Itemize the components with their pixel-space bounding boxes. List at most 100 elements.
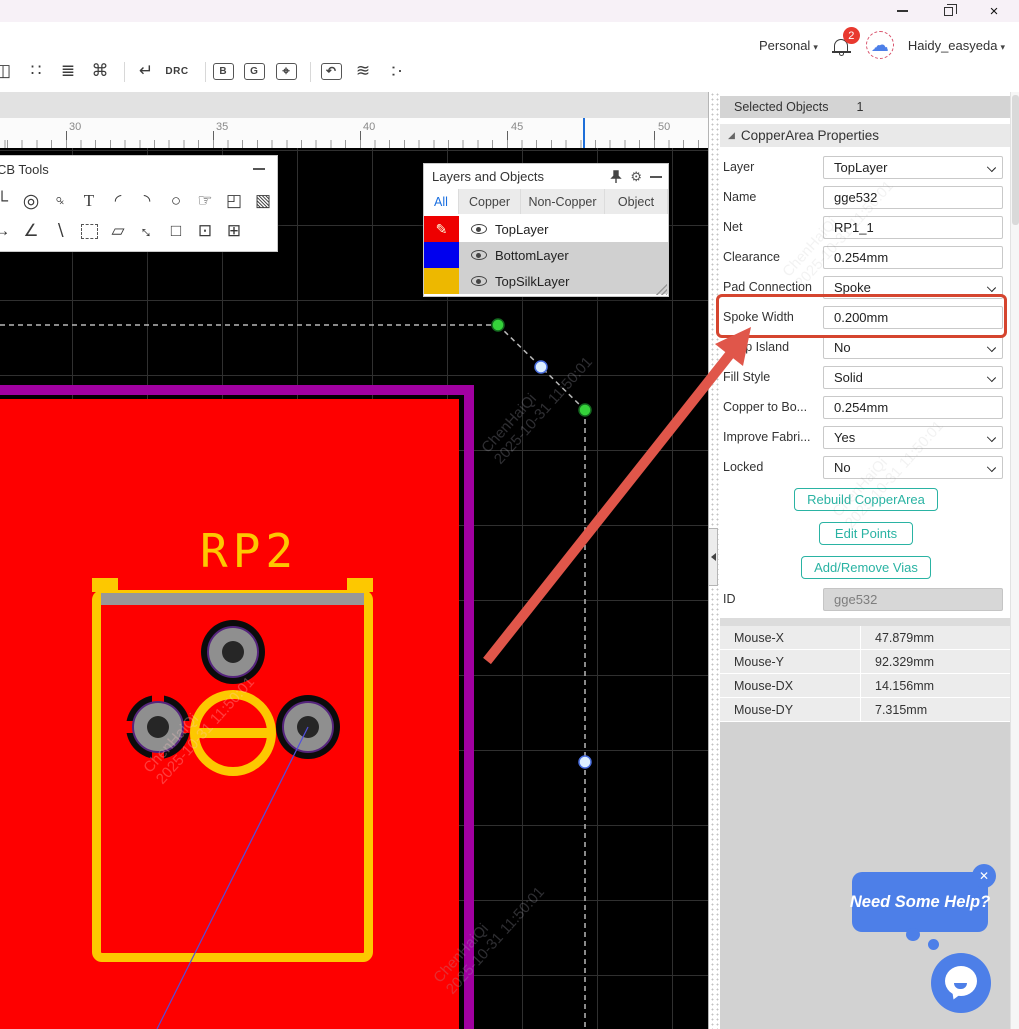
circle-tool-icon[interactable]: ○	[163, 188, 189, 214]
bubble-tail-dot	[906, 928, 920, 941]
layer-row-toplayer[interactable]: ✎ TopLayer	[424, 216, 668, 242]
workspace-dropdown[interactable]: Personal▾	[759, 38, 818, 53]
pad-tool-icon[interactable]: ◎	[18, 188, 44, 214]
help-bubble[interactable]: Need Some Help?	[852, 872, 988, 932]
layer-row-topsilklayer[interactable]: TopSilkLayer	[424, 268, 668, 294]
chevron-down-icon	[987, 433, 996, 442]
section-title: CopperArea Properties	[741, 128, 879, 143]
pcb-canvas[interactable]: RP2 ChenHaiQi2025-10-31 11:50:01 ChenHai…	[0, 148, 708, 1029]
scrollbar-thumb[interactable]	[1012, 95, 1019, 225]
group-tool-icon[interactable]: ⊡	[192, 218, 218, 244]
layer-row-bottomlayer[interactable]: BottomLayer	[424, 242, 668, 268]
close-button[interactable]: ×	[977, 0, 1011, 22]
locked-select[interactable]: No	[823, 456, 1003, 479]
layers-panel-title: Layers and Objects	[432, 169, 544, 184]
component-body-bar	[101, 593, 364, 605]
line-tool-icon[interactable]: ∖	[47, 218, 73, 244]
keep-island-label: Keep Island	[723, 340, 789, 354]
notifications-button[interactable]: 2	[832, 34, 852, 56]
edit-points-button[interactable]: Edit Points	[819, 522, 913, 545]
fill-style-select[interactable]: Solid	[823, 366, 1003, 389]
gear-icon[interactable]: ⚙	[630, 169, 642, 185]
layer-color-swatch[interactable]	[424, 242, 459, 268]
board-outline-right[interactable]	[464, 385, 474, 1029]
share-icon[interactable]: ∴	[383, 58, 407, 84]
chevron-down-icon	[987, 343, 996, 352]
minimize-icon[interactable]	[253, 168, 265, 170]
arc-center-tool-icon[interactable]: ◝	[134, 188, 160, 214]
ruler-label: 50	[658, 121, 670, 133]
align-grid-icon[interactable]: ⌘	[88, 58, 112, 84]
eye-icon[interactable]	[471, 250, 487, 260]
clearance-input[interactable]	[823, 246, 1003, 269]
solid-region-tool-icon[interactable]: ▱	[105, 218, 131, 244]
pin-icon[interactable]	[610, 170, 622, 184]
panel-collapse-handle[interactable]	[708, 528, 718, 586]
eye-icon[interactable]	[471, 276, 487, 286]
panel-scrollbar[interactable]	[1010, 92, 1019, 1029]
copperarea-section-header[interactable]: ◢ CopperArea Properties	[720, 124, 1011, 147]
via-tool-icon[interactable]: ♀	[47, 188, 73, 214]
image-tool-icon[interactable]: ▧	[250, 188, 276, 214]
improve-fabrication-select[interactable]: Yes	[823, 426, 1003, 449]
name-label: Name	[723, 190, 756, 204]
eye-icon[interactable]	[471, 224, 487, 234]
table-row: Mouse-X 47.879mm	[720, 626, 1019, 650]
bom-export-icon[interactable]: B	[211, 58, 235, 84]
distribute-vertical-icon[interactable]: ∷	[24, 58, 48, 84]
silkscreen-notch	[347, 578, 373, 592]
id-input	[823, 588, 1003, 611]
spoke-width-input[interactable]	[823, 306, 1003, 329]
select-area-tool-icon[interactable]	[76, 218, 102, 244]
panelize-tool-icon[interactable]: ⊞	[221, 218, 247, 244]
rebuild-copperarea-button[interactable]: Rebuild CopperArea	[794, 488, 938, 511]
table-row: Mouse-Y 92.329mm	[720, 650, 1019, 674]
pad-hole	[222, 641, 244, 663]
arc-tool-icon[interactable]: ◜	[105, 188, 131, 214]
tab-copper[interactable]: Copper	[459, 189, 521, 214]
restore-button[interactable]	[931, 0, 965, 22]
layer-select[interactable]: TopLayer	[823, 156, 1003, 179]
name-input[interactable]	[823, 186, 1003, 209]
measure-tool-icon[interactable]: ↔	[134, 218, 160, 244]
arrow-tool-icon[interactable]: →	[0, 218, 15, 244]
chat-launcher-button[interactable]	[931, 953, 991, 1013]
drc-check-icon[interactable]: DRC	[165, 58, 189, 84]
component-designator[interactable]: RP2	[200, 524, 298, 578]
copper-to-board-input[interactable]	[823, 396, 1003, 419]
toolbar-separator	[205, 62, 206, 82]
route-corner-icon[interactable]: ↵	[134, 58, 158, 84]
help-close-button[interactable]: ✕	[972, 864, 996, 888]
canvas-origin-tool-icon[interactable]: ◰	[221, 188, 247, 214]
keep-island-select[interactable]: No	[823, 336, 1003, 359]
text-tool-icon[interactable]: T	[76, 188, 102, 214]
drag-tool-icon[interactable]: ☞	[192, 188, 218, 214]
layer-color-swatch[interactable]	[424, 268, 459, 294]
cloud-icon: ☁	[871, 36, 889, 54]
document-tab-strip	[0, 92, 708, 118]
pad-connection-select[interactable]: Spoke	[823, 276, 1003, 299]
layer-manager-icon[interactable]: ≋	[351, 58, 375, 84]
net-input[interactable]	[823, 216, 1003, 239]
distribute-horizontal-icon[interactable]: ≣	[56, 58, 80, 84]
tab-non-copper[interactable]: Non-Copper	[521, 189, 605, 214]
hole-tool-icon[interactable]: □	[163, 218, 189, 244]
tab-all[interactable]: All	[424, 189, 459, 214]
import-changes-icon[interactable]: ↶	[319, 58, 343, 84]
midpoint-handle	[535, 361, 547, 373]
dimension-tool-icon[interactable]: ∠	[18, 218, 44, 244]
cloud-sync-button[interactable]: ☁	[866, 31, 894, 59]
pick-place-export-icon[interactable]: ⌖	[274, 58, 298, 84]
layer-color-swatch[interactable]: ✎	[424, 216, 459, 242]
track-tool-icon[interactable]: └	[0, 188, 15, 214]
minimize-icon[interactable]	[650, 176, 662, 178]
toolbar-separator	[124, 62, 125, 82]
tab-object[interactable]: Object	[605, 189, 668, 214]
gerber-export-icon[interactable]: G	[242, 58, 266, 84]
selected-objects-count: 1	[857, 100, 864, 114]
align-left-icon[interactable]: ◫	[0, 58, 15, 84]
minimize-button[interactable]	[885, 0, 919, 22]
board-outline-top[interactable]	[0, 385, 474, 395]
add-remove-vias-button[interactable]: Add/Remove Vias	[801, 556, 931, 579]
user-menu[interactable]: Haidy_easyeda▾	[908, 38, 1005, 53]
